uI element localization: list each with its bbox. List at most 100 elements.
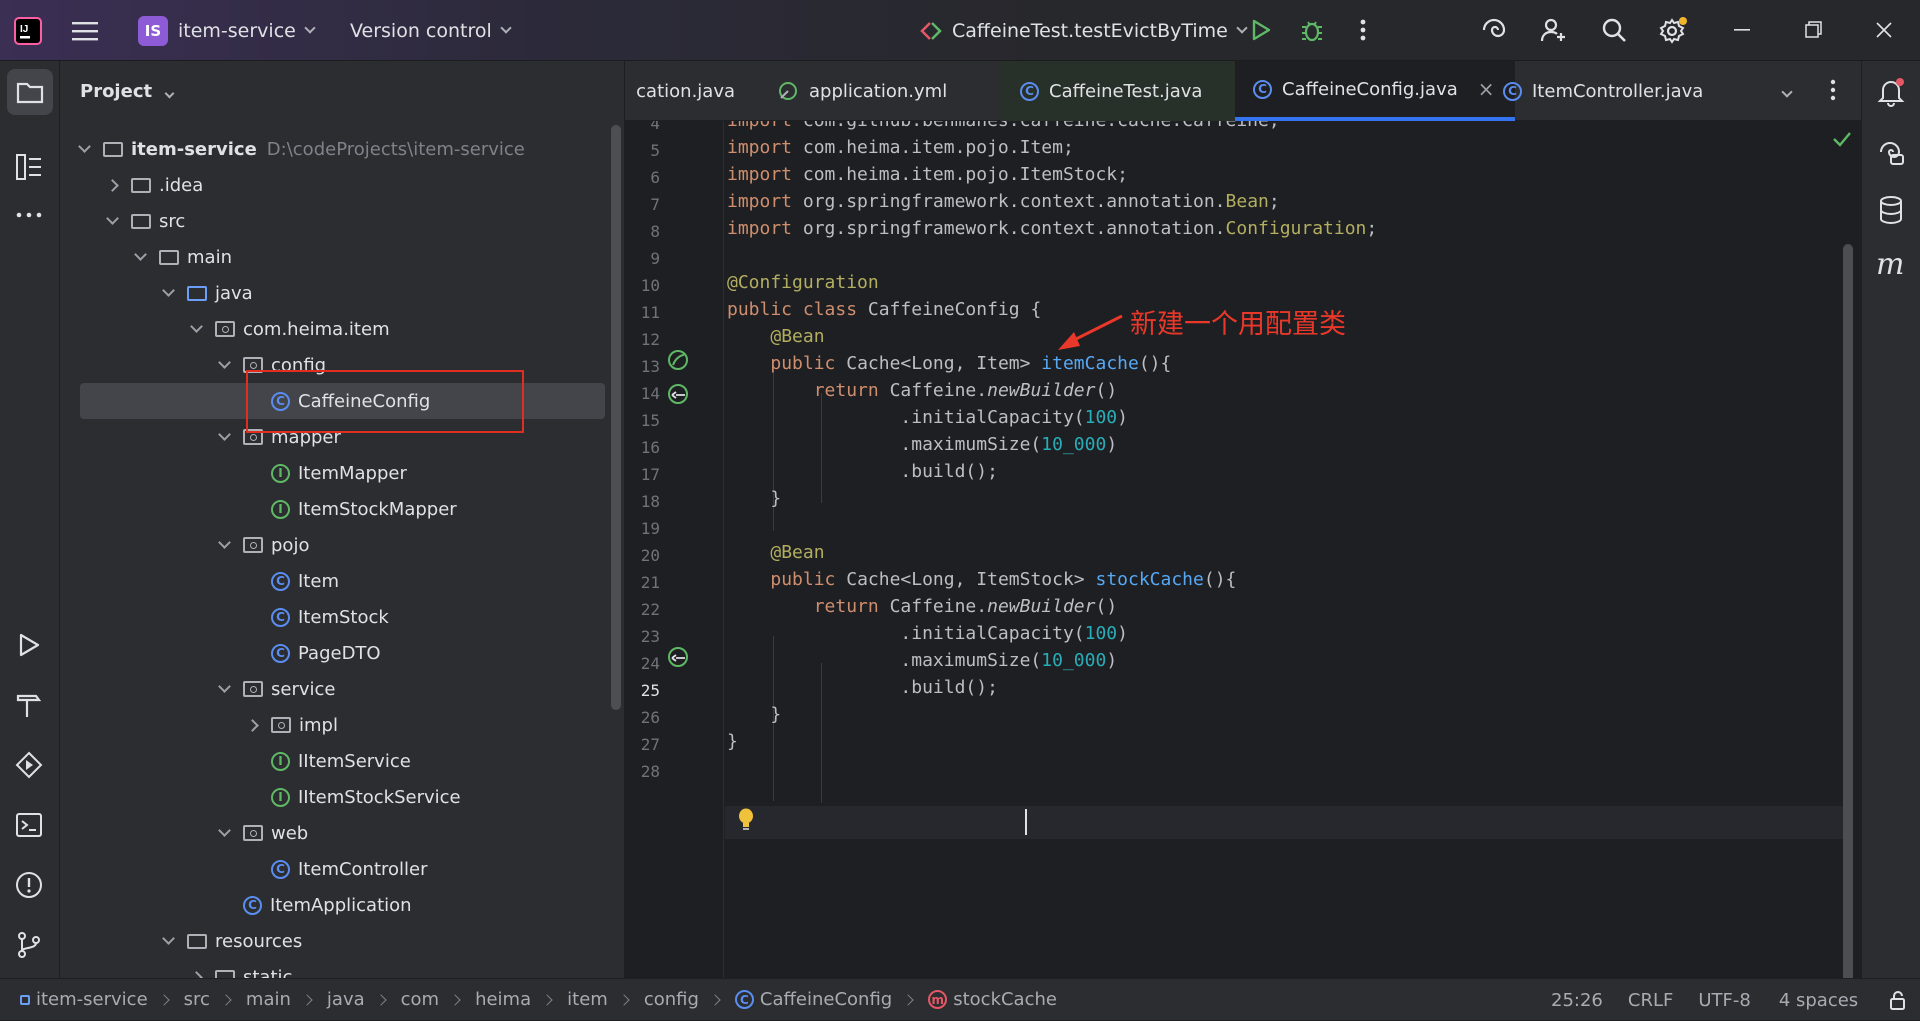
breadcrumb-item[interactable]: CaffeineConfig xyxy=(760,989,892,1010)
breadcrumb-item[interactable]: src xyxy=(184,989,210,1010)
chevron-down-icon[interactable] xyxy=(218,535,231,549)
line-number: 21 xyxy=(640,573,660,592)
tab-caffeinetest-java[interactable]: C CaffeineTest.java xyxy=(1000,61,1247,121)
tree-item[interactable]: item-service D:\codeProjects\item-service xyxy=(60,131,605,167)
tree-item[interactable]: impl xyxy=(60,707,605,743)
tree-item[interactable]: web xyxy=(60,815,605,851)
editor-tab-bar: cation.java application.yml C CaffeineTe… xyxy=(625,61,1861,121)
chevron-down-icon[interactable] xyxy=(190,319,203,333)
tree-scrollbar[interactable] xyxy=(611,125,621,710)
breadcrumb-item[interactable]: java xyxy=(327,989,365,1010)
tab-list-chevron-icon[interactable] xyxy=(1781,81,1793,101)
indent-setting[interactable]: 4 spaces xyxy=(1779,990,1858,1011)
chevron-down-icon[interactable] xyxy=(218,679,231,693)
lightbulb-icon[interactable] xyxy=(737,807,755,836)
tab-application-yml[interactable]: application.yml xyxy=(777,61,947,121)
more-actions-icon[interactable] xyxy=(1345,12,1381,48)
spring-bean-gutter-icon[interactable] xyxy=(667,349,689,376)
git-branch-icon[interactable] xyxy=(15,931,43,964)
chevron-right-icon[interactable] xyxy=(106,178,119,192)
tree-item[interactable]: I IItemStockService xyxy=(60,779,605,815)
run-icon[interactable] xyxy=(1243,12,1279,48)
editor-scrollbar[interactable] xyxy=(1843,244,1853,978)
restore-icon[interactable] xyxy=(1796,12,1832,48)
minimize-icon[interactable] xyxy=(1725,12,1761,48)
vcs-menu[interactable]: Version control xyxy=(350,0,512,61)
breadcrumb-item[interactable]: com xyxy=(401,989,439,1010)
chevron-down-icon[interactable] xyxy=(218,427,231,441)
tree-item[interactable]: .idea xyxy=(60,167,605,203)
line-separator[interactable]: CRLF xyxy=(1628,990,1673,1011)
tree-item[interactable]: C ItemApplication xyxy=(60,887,605,923)
project-folder-icon[interactable] xyxy=(7,69,53,115)
settings-gear-icon[interactable] xyxy=(1655,12,1691,48)
tree-item[interactable]: C ItemController xyxy=(60,851,605,887)
chevron-down-icon[interactable] xyxy=(162,283,175,297)
tree-item[interactable]: I ItemStockMapper xyxy=(60,491,605,527)
main-menu-icon[interactable] xyxy=(72,0,98,61)
spring-bean-gutter-icon[interactable] xyxy=(667,646,689,673)
ide-logo-icon[interactable]: IJ xyxy=(14,0,42,61)
search-icon[interactable] xyxy=(1596,12,1632,48)
tree-item[interactable]: C Item xyxy=(60,563,605,599)
breadcrumb-item[interactable]: item-service xyxy=(36,989,148,1010)
terminal-icon[interactable] xyxy=(15,811,43,844)
line-number: 6 xyxy=(650,168,660,187)
chevron-right-icon[interactable] xyxy=(190,970,203,978)
chevron-down-icon xyxy=(164,88,175,99)
chevron-down-icon[interactable] xyxy=(218,823,231,837)
tree-item[interactable]: service xyxy=(60,671,605,707)
run-tool-icon[interactable] xyxy=(15,631,43,664)
ai-chat-icon[interactable] xyxy=(1877,139,1905,172)
tree-item[interactable]: C ItemStock xyxy=(60,599,605,635)
breadcrumb-item[interactable]: heima xyxy=(475,989,531,1010)
tree-item[interactable]: I IItemService xyxy=(60,743,605,779)
chevron-right-icon[interactable] xyxy=(246,718,259,732)
breadcrumb-item[interactable]: stockCache xyxy=(953,989,1057,1010)
add-user-icon[interactable] xyxy=(1535,12,1571,48)
tab-caffeineconfig-java[interactable]: C CaffeineConfig.java × xyxy=(1235,61,1515,121)
tree-item[interactable]: resources xyxy=(60,923,605,959)
breadcrumb-item[interactable]: item xyxy=(567,989,608,1010)
tab-application-java[interactable]: cation.java xyxy=(625,61,745,121)
chevron-down-icon[interactable] xyxy=(134,247,147,261)
maven-icon[interactable]: m xyxy=(1876,247,1904,282)
caret-position[interactable]: 25:26 xyxy=(1551,990,1603,1011)
database-icon[interactable] xyxy=(1878,195,1904,230)
tree-item[interactable]: C PageDTO xyxy=(60,635,605,671)
chevron-down-icon[interactable] xyxy=(106,211,119,225)
tree-item[interactable]: java xyxy=(60,275,605,311)
tree-item[interactable]: main xyxy=(60,239,605,275)
problems-icon[interactable] xyxy=(15,871,43,904)
chevron-down-icon[interactable] xyxy=(218,355,231,369)
code-line: .initialCapacity(100) xyxy=(727,407,1128,428)
ai-assistant-icon[interactable] xyxy=(1476,12,1512,48)
breadcrumb-item[interactable]: main xyxy=(246,989,291,1010)
services-icon[interactable] xyxy=(15,751,43,784)
debug-icon[interactable] xyxy=(1294,12,1330,48)
project-panel-header[interactable]: Project xyxy=(80,81,175,102)
tab-more-icon[interactable] xyxy=(1830,79,1836,106)
spring-bean-gutter-icon[interactable] xyxy=(667,383,689,410)
tree-item[interactable]: static xyxy=(60,959,605,978)
code-editor[interactable]: 4 5 6 7 8 9 10 11 12 13 14 15 16 17 18 19 20 21 22 23 24 25 26… xyxy=(625,121,1861,978)
project-selector[interactable]: IS item-service xyxy=(138,0,316,61)
notifications-bell-icon[interactable] xyxy=(1877,77,1905,112)
tab-itemcontroller-java[interactable]: C ItemController.java xyxy=(1503,61,1703,121)
tree-item[interactable]: pojo xyxy=(60,527,605,563)
close-window-icon[interactable] xyxy=(1866,12,1902,48)
tree-item[interactable]: I ItemMapper xyxy=(60,455,605,491)
readonly-lock-icon[interactable] xyxy=(1888,989,1910,1011)
breadcrumb-item[interactable]: config xyxy=(644,989,699,1010)
tree-item[interactable]: src xyxy=(60,203,605,239)
chevron-down-icon[interactable] xyxy=(78,139,91,153)
close-tab-icon[interactable]: × xyxy=(1478,77,1495,101)
file-encoding[interactable]: UTF-8 xyxy=(1698,990,1750,1011)
more-tools-icon[interactable] xyxy=(15,201,43,234)
chevron-down-icon[interactable] xyxy=(162,931,175,945)
tree-item[interactable]: com.heima.item xyxy=(60,311,605,347)
build-hammer-icon[interactable] xyxy=(15,691,43,724)
no-problems-check-icon[interactable] xyxy=(1832,131,1852,152)
structure-icon[interactable] xyxy=(15,153,43,186)
run-config-selector[interactable]: CaffeineTest.testEvictByTime xyxy=(918,0,1248,61)
